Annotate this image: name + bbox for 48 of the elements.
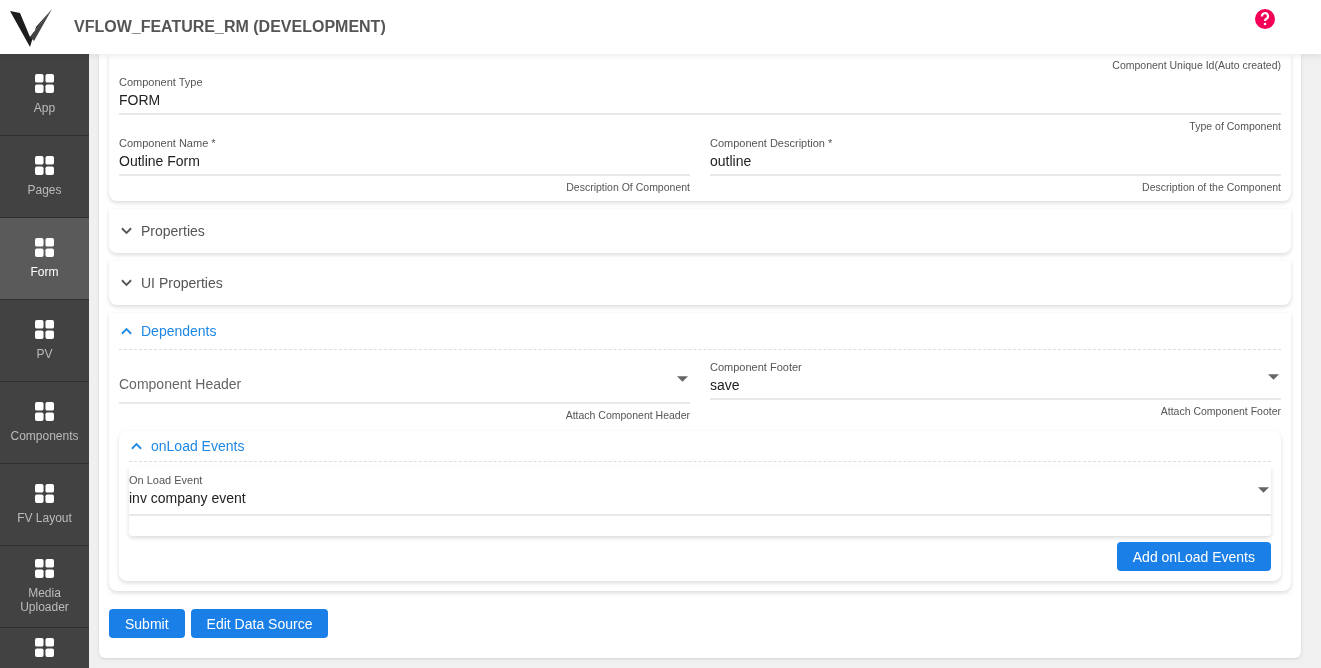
field-value: save <box>710 377 741 393</box>
dropdown-caret-icon <box>1268 374 1279 380</box>
helper-text: Attach Component Header <box>565 409 690 421</box>
accordion-header[interactable]: UI Properties <box>119 261 1281 305</box>
chevron-down-icon <box>121 279 132 287</box>
grid-icon <box>35 73 54 93</box>
chevron-up-icon <box>121 327 132 335</box>
input-field[interactable]: Component Type FORM <box>119 71 1281 115</box>
action-button[interactable]: Submit <box>109 609 185 638</box>
action-button[interactable]: Edit Data Source <box>190 609 329 638</box>
field-label: Component Description * <box>710 137 834 149</box>
dropdown-caret-icon <box>677 376 688 382</box>
select-field[interactable]: On Load Event inv company event <box>129 466 1271 516</box>
select-field[interactable]: Component Footer save <box>710 356 1281 400</box>
select-field[interactable]: Component Header <box>119 356 690 404</box>
field-value: outline <box>710 153 753 169</box>
accordion-header[interactable]: onLoad Events <box>129 431 1271 462</box>
helper-text: Type of Component <box>1189 120 1281 132</box>
add-events-button[interactable]: Add onLoad Events <box>1116 542 1271 571</box>
helper-text: Description of the Component <box>1142 181 1281 193</box>
field-value: inv company event <box>129 490 247 506</box>
helper-text: Description Of Component <box>566 181 690 193</box>
accordion-header[interactable]: Dependents <box>119 313 1281 350</box>
chevron-down-icon <box>121 227 132 235</box>
chevron-up-icon <box>131 442 142 450</box>
helper-text: Component Unique Id(Auto created) <box>1112 59 1281 71</box>
input-field[interactable]: Component Name * Outline Form <box>119 132 690 176</box>
field-label: Component Footer <box>710 361 803 373</box>
grid-icon <box>35 319 54 339</box>
grid-icon <box>35 237 54 257</box>
app-title: VFLOW_FEATURE_RM (DEVELOPMENT) <box>74 18 386 36</box>
grid-icon <box>35 483 54 503</box>
grid-icon <box>35 401 54 421</box>
field-value: FORM <box>119 92 162 108</box>
field-label: Component Name * <box>119 137 217 149</box>
field-value: Outline Form <box>119 153 201 169</box>
field-label: Component Type <box>119 76 204 88</box>
help-icon[interactable] <box>1255 9 1275 29</box>
grid-icon <box>35 558 54 578</box>
helper-text: Attach Component Footer <box>1160 405 1281 417</box>
grid-icon <box>35 638 54 657</box>
sidebar-item[interactable]: Form <box>0 218 89 300</box>
grid-icon <box>35 155 54 175</box>
input-field[interactable]: Component Description * outline <box>710 132 1281 176</box>
field-label: On Load Event <box>129 474 204 486</box>
accordion-header[interactable]: Properties <box>119 209 1281 253</box>
field-placeholder: Component Header <box>119 376 243 392</box>
dropdown-caret-icon <box>1258 487 1269 493</box>
